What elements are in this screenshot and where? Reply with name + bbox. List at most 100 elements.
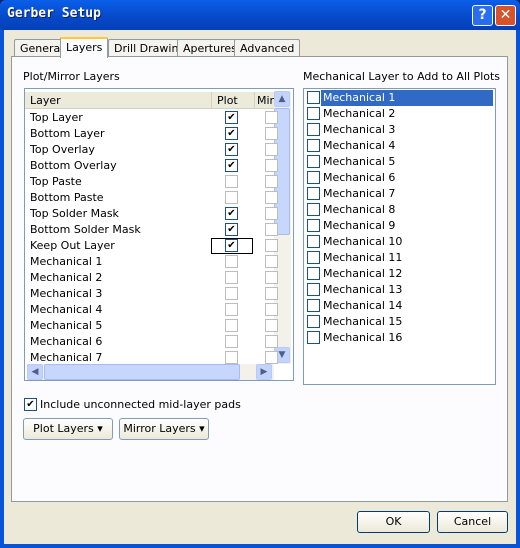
mirror-checkbox[interactable]: [265, 111, 278, 124]
list-item[interactable]: Mechanical 9: [304, 218, 495, 234]
table-row[interactable]: Mechanical 1: [25, 254, 278, 270]
mechanical-checkbox[interactable]: [307, 331, 320, 344]
mirror-checkbox[interactable]: [265, 127, 278, 140]
table-row[interactable]: Mechanical 4: [25, 302, 278, 318]
list-item[interactable]: Mechanical 12: [304, 266, 495, 282]
mechanical-checkbox[interactable]: [307, 203, 320, 216]
table-row[interactable]: Keep Out Layer ✔: [25, 238, 278, 254]
mechanical-checkbox[interactable]: [307, 283, 320, 296]
h-scroll-thumb[interactable]: [44, 364, 240, 380]
plot-checkbox[interactable]: [225, 303, 238, 316]
plot-mirror-list[interactable]: Layer Plot Mirr ▲ ▼ ◀ ▶ Top Layer ✔ Bott…: [24, 88, 294, 381]
horizontal-scrollbar[interactable]: ◀ ▶: [27, 364, 274, 380]
mirror-checkbox[interactable]: [265, 271, 278, 284]
plot-checkbox[interactable]: ✔: [225, 111, 238, 124]
tab-layers[interactable]: Layers: [60, 37, 109, 58]
mirror-checkbox[interactable]: [265, 351, 278, 364]
mechanical-checkbox[interactable]: [307, 155, 320, 168]
mirror-layers-button[interactable]: Mirror Layers ▾: [119, 418, 209, 440]
mechanical-checkbox[interactable]: [307, 123, 320, 136]
mirror-checkbox[interactable]: [265, 239, 278, 252]
mirror-checkbox[interactable]: [265, 223, 278, 236]
list-item[interactable]: Mechanical 13: [304, 282, 495, 298]
mirror-checkbox[interactable]: [265, 303, 278, 316]
list-item[interactable]: Mechanical 4: [304, 138, 495, 154]
mirror-checkbox[interactable]: [265, 287, 278, 300]
cancel-button[interactable]: Cancel: [437, 511, 508, 533]
close-icon[interactable]: ✕: [495, 5, 516, 26]
mechanical-checkbox[interactable]: [307, 187, 320, 200]
mechanical-checkbox[interactable]: [307, 315, 320, 328]
mirror-checkbox[interactable]: [265, 255, 278, 268]
column-header-mirror[interactable]: Mirr: [254, 92, 274, 109]
plot-checkbox[interactable]: ✔: [225, 223, 238, 236]
plot-checkbox[interactable]: [225, 335, 238, 348]
mirror-checkbox[interactable]: [265, 319, 278, 332]
column-header-plot[interactable]: Plot: [211, 92, 254, 109]
ok-button[interactable]: OK: [357, 511, 430, 533]
mechanical-checkbox[interactable]: [307, 299, 320, 312]
mirror-checkbox[interactable]: [265, 175, 278, 188]
tab-apertures[interactable]: Apertures: [177, 39, 243, 57]
mirror-checkbox[interactable]: [265, 191, 278, 204]
mirror-checkbox[interactable]: [265, 143, 278, 156]
mechanical-checkbox[interactable]: [307, 235, 320, 248]
list-item[interactable]: Mechanical 8: [304, 202, 495, 218]
plot-layers-button[interactable]: Plot Layers ▾: [23, 418, 113, 440]
table-row[interactable]: Bottom Solder Mask ✔: [25, 222, 278, 238]
list-item[interactable]: Mechanical 6: [304, 170, 495, 186]
mechanical-checkbox[interactable]: [307, 107, 320, 120]
mechanical-checkbox[interactable]: [307, 91, 320, 104]
table-row[interactable]: Top Paste: [25, 174, 278, 190]
plot-checkbox[interactable]: [225, 191, 238, 204]
mechanical-list[interactable]: Mechanical 1 Mechanical 2 Mechanical 3 M…: [303, 88, 496, 385]
plot-checkbox[interactable]: ✔: [225, 207, 238, 220]
include-pads-checkbox[interactable]: ✔: [24, 398, 37, 411]
mechanical-checkbox[interactable]: [307, 219, 320, 232]
mirror-checkbox[interactable]: [265, 207, 278, 220]
plot-checkbox[interactable]: ✔: [225, 127, 238, 140]
list-item[interactable]: Mechanical 2: [304, 106, 495, 122]
scroll-up-icon[interactable]: ▲: [274, 91, 290, 107]
table-row[interactable]: Bottom Paste: [25, 190, 278, 206]
table-row[interactable]: Mechanical 6: [25, 334, 278, 350]
mechanical-checkbox[interactable]: [307, 139, 320, 152]
mirror-checkbox[interactable]: [265, 159, 278, 172]
plot-checkbox[interactable]: ✔: [225, 159, 238, 172]
plot-checkbox[interactable]: [225, 287, 238, 300]
list-item[interactable]: Mechanical 1: [304, 90, 495, 106]
list-item[interactable]: Mechanical 5: [304, 154, 495, 170]
table-row[interactable]: Bottom Layer ✔: [25, 126, 278, 142]
scroll-left-icon[interactable]: ◀: [27, 364, 43, 380]
plot-checkbox[interactable]: ✔: [225, 143, 238, 156]
mechanical-checkbox[interactable]: [307, 267, 320, 280]
mechanical-checkbox[interactable]: [307, 171, 320, 184]
table-row[interactable]: Mechanical 2: [25, 270, 278, 286]
plot-checkbox[interactable]: [225, 271, 238, 284]
table-row[interactable]: Bottom Overlay ✔: [25, 158, 278, 174]
list-item[interactable]: Mechanical 10: [304, 234, 495, 250]
tab-advanced[interactable]: Advanced: [234, 39, 301, 57]
title-bar[interactable]: Gerber Setup ? ✕: [0, 0, 520, 30]
plot-checkbox[interactable]: [225, 255, 238, 268]
list-item[interactable]: Mechanical 3: [304, 122, 495, 138]
question-icon[interactable]: ?: [472, 5, 493, 26]
table-row[interactable]: Top Solder Mask ✔: [25, 206, 278, 222]
table-row[interactable]: Top Overlay ✔: [25, 142, 278, 158]
plot-checkbox[interactable]: [225, 351, 238, 364]
list-item[interactable]: Mechanical 7: [304, 186, 495, 202]
list-item[interactable]: Mechanical 14: [304, 298, 495, 314]
table-row[interactable]: Top Layer ✔: [25, 110, 278, 126]
mechanical-checkbox[interactable]: [307, 251, 320, 264]
table-row[interactable]: Mechanical 3: [25, 286, 278, 302]
list-item[interactable]: Mechanical 16: [304, 330, 495, 346]
column-header-layer[interactable]: Layer: [25, 92, 211, 109]
mirror-checkbox[interactable]: [265, 335, 278, 348]
table-row[interactable]: Mechanical 7: [25, 350, 278, 366]
plot-checkbox[interactable]: [225, 319, 238, 332]
scroll-right-icon[interactable]: ▶: [256, 364, 272, 380]
table-row[interactable]: Mechanical 5: [25, 318, 278, 334]
list-item[interactable]: Mechanical 11: [304, 250, 495, 266]
plot-checkbox[interactable]: [225, 175, 238, 188]
list-item[interactable]: Mechanical 15: [304, 314, 495, 330]
